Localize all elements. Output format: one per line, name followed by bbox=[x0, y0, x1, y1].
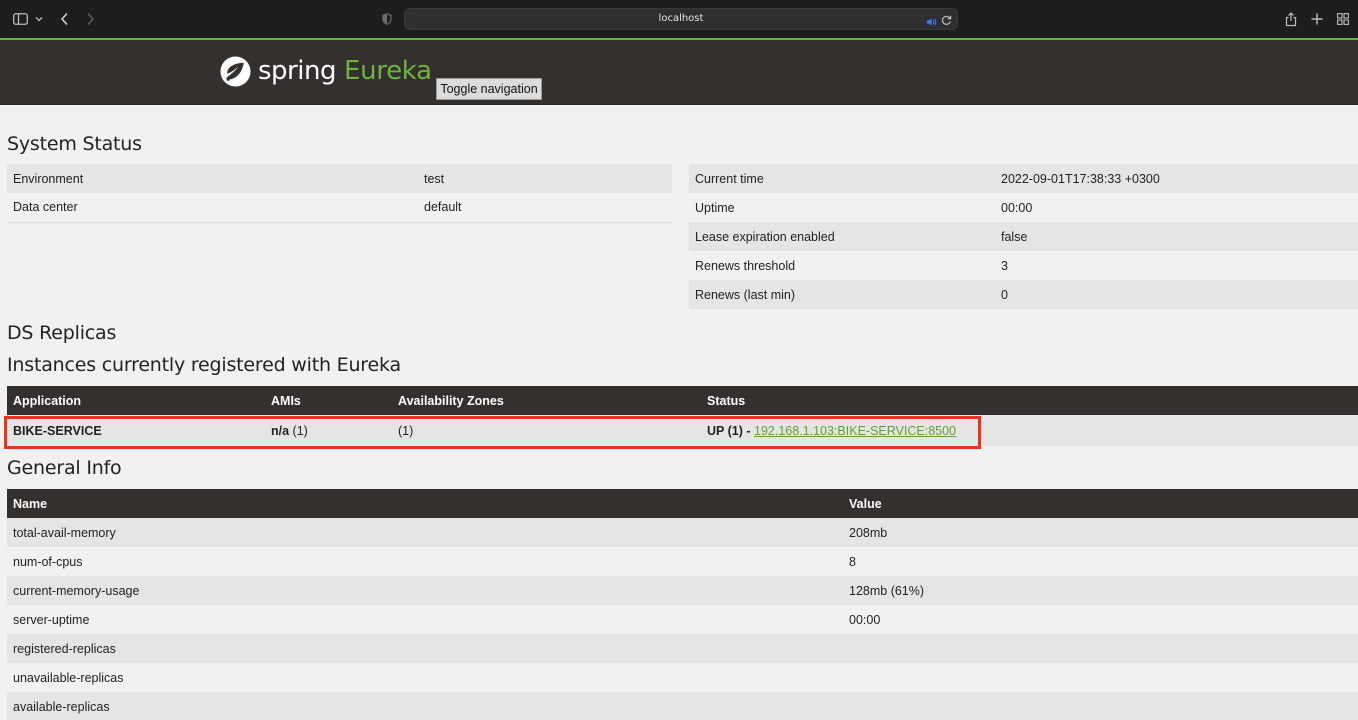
new-tab-icon[interactable] bbox=[1310, 10, 1324, 28]
tab-overview-icon[interactable] bbox=[1336, 10, 1350, 28]
instance-status: UP (1) - 192.168.1.103:BIKE-SERVICE:8500 bbox=[701, 415, 1358, 446]
info-value: 00:00 bbox=[843, 605, 1358, 634]
table-row: Renews threshold 3 bbox=[689, 251, 1358, 280]
status-value: 3 bbox=[995, 251, 1358, 280]
browser-toolbar: localhost bbox=[0, 0, 1358, 38]
privacy-shield-icon[interactable] bbox=[380, 10, 394, 28]
status-value: 0 bbox=[995, 280, 1358, 309]
info-value bbox=[843, 692, 1358, 720]
info-name: current-memory-usage bbox=[7, 576, 843, 605]
instance-status-text: UP (1) - bbox=[707, 423, 751, 438]
instances-heading: Instances currently registered with Eure… bbox=[7, 354, 401, 376]
status-label: Renews threshold bbox=[689, 251, 995, 280]
table-row: total-avail-memory 208mb bbox=[7, 518, 1358, 547]
instances-table: Application AMIs Availability Zones Stat… bbox=[7, 386, 1358, 446]
info-name: unavailable-replicas bbox=[7, 663, 843, 692]
status-value: test bbox=[418, 164, 672, 193]
instance-application: BIKE-SERVICE bbox=[7, 415, 265, 446]
info-name: total-avail-memory bbox=[7, 518, 843, 547]
table-row: unavailable-replicas bbox=[7, 663, 1358, 692]
column-header-application: Application bbox=[7, 386, 265, 415]
table-row: BIKE-SERVICE n/a (1) (1) UP (1) - 192.16… bbox=[7, 415, 1358, 446]
logo-eureka-text: Eureka bbox=[343, 56, 432, 86]
ds-replicas-heading: DS Replicas bbox=[7, 322, 117, 344]
status-label: Data center bbox=[7, 193, 418, 222]
spring-eureka-logo[interactable]: spring Eureka bbox=[219, 54, 432, 88]
table-row: Current time 2022-09-01T17:38:33 +0300 bbox=[689, 164, 1358, 193]
info-name: available-replicas bbox=[7, 692, 843, 720]
column-header-name: Name bbox=[7, 489, 843, 518]
instance-amis-count: (1) bbox=[289, 423, 308, 438]
general-info-table: Name Value total-avail-memory 208mb num-… bbox=[7, 489, 1358, 720]
info-value bbox=[843, 634, 1358, 663]
status-value: 00:00 bbox=[995, 193, 1358, 222]
table-row: Environment test bbox=[7, 164, 672, 193]
table-header-row: Application AMIs Availability Zones Stat… bbox=[7, 386, 1358, 415]
info-name: num-of-cpus bbox=[7, 547, 843, 576]
toggle-navigation-button[interactable]: Toggle navigation bbox=[436, 78, 542, 100]
sidebar-icon[interactable] bbox=[12, 10, 28, 28]
spring-leaf-icon bbox=[220, 55, 251, 87]
instance-amis-value: n/a bbox=[271, 423, 290, 438]
table-row: server-uptime 00:00 bbox=[7, 605, 1358, 634]
table-row: Data center default bbox=[7, 193, 672, 222]
status-label: Environment bbox=[7, 164, 418, 193]
table-header-row: Name Value bbox=[7, 489, 1358, 518]
table-row: Lease expiration enabled false bbox=[689, 222, 1358, 251]
speaker-icon[interactable] bbox=[926, 14, 937, 32]
status-value: 2022-09-01T17:38:33 +0300 bbox=[995, 164, 1358, 193]
column-header-value: Value bbox=[843, 489, 1358, 518]
info-name: registered-replicas bbox=[7, 634, 843, 663]
status-value: default bbox=[418, 193, 672, 222]
instance-amis: n/a (1) bbox=[265, 415, 392, 446]
system-status-left-table: Environment test Data center default bbox=[7, 164, 672, 223]
info-value: 8 bbox=[843, 547, 1358, 576]
info-value: 128mb (61%) bbox=[843, 576, 1358, 605]
reload-icon[interactable] bbox=[941, 13, 952, 31]
status-label: Uptime bbox=[689, 193, 995, 222]
column-header-status: Status bbox=[701, 386, 1358, 415]
instance-zones: (1) bbox=[392, 415, 701, 446]
column-header-availability-zones: Availability Zones bbox=[392, 386, 701, 415]
table-row: current-memory-usage 128mb (61%) bbox=[7, 576, 1358, 605]
back-icon[interactable] bbox=[57, 10, 71, 28]
info-value: 208mb bbox=[843, 518, 1358, 547]
navbar: spring Eureka Toggle navigation bbox=[0, 40, 1358, 105]
column-header-amis: AMIs bbox=[265, 386, 392, 415]
info-name: server-uptime bbox=[7, 605, 843, 634]
system-status-heading: System Status bbox=[7, 133, 142, 155]
instance-link[interactable]: 192.168.1.103:BIKE-SERVICE:8500 bbox=[754, 424, 956, 438]
system-status-right-table: Current time 2022-09-01T17:38:33 +0300 U… bbox=[689, 164, 1358, 309]
address-bar-url: localhost bbox=[658, 13, 704, 24]
status-label: Lease expiration enabled bbox=[689, 222, 995, 251]
logo-spring-text: spring bbox=[258, 56, 336, 86]
table-row: Renews (last min) 0 bbox=[689, 280, 1358, 309]
status-label: Current time bbox=[689, 164, 995, 193]
table-row: Uptime 00:00 bbox=[689, 193, 1358, 222]
address-bar[interactable]: localhost bbox=[404, 8, 958, 30]
status-label: Renews (last min) bbox=[689, 280, 995, 309]
chevron-down-icon[interactable] bbox=[34, 10, 44, 28]
general-info-heading: General Info bbox=[7, 457, 122, 479]
table-row: num-of-cpus 8 bbox=[7, 547, 1358, 576]
forward-icon[interactable] bbox=[83, 10, 97, 28]
status-value: false bbox=[995, 222, 1358, 251]
table-row: available-replicas bbox=[7, 692, 1358, 720]
info-value bbox=[843, 663, 1358, 692]
share-icon[interactable] bbox=[1284, 10, 1298, 28]
table-row: registered-replicas bbox=[7, 634, 1358, 663]
